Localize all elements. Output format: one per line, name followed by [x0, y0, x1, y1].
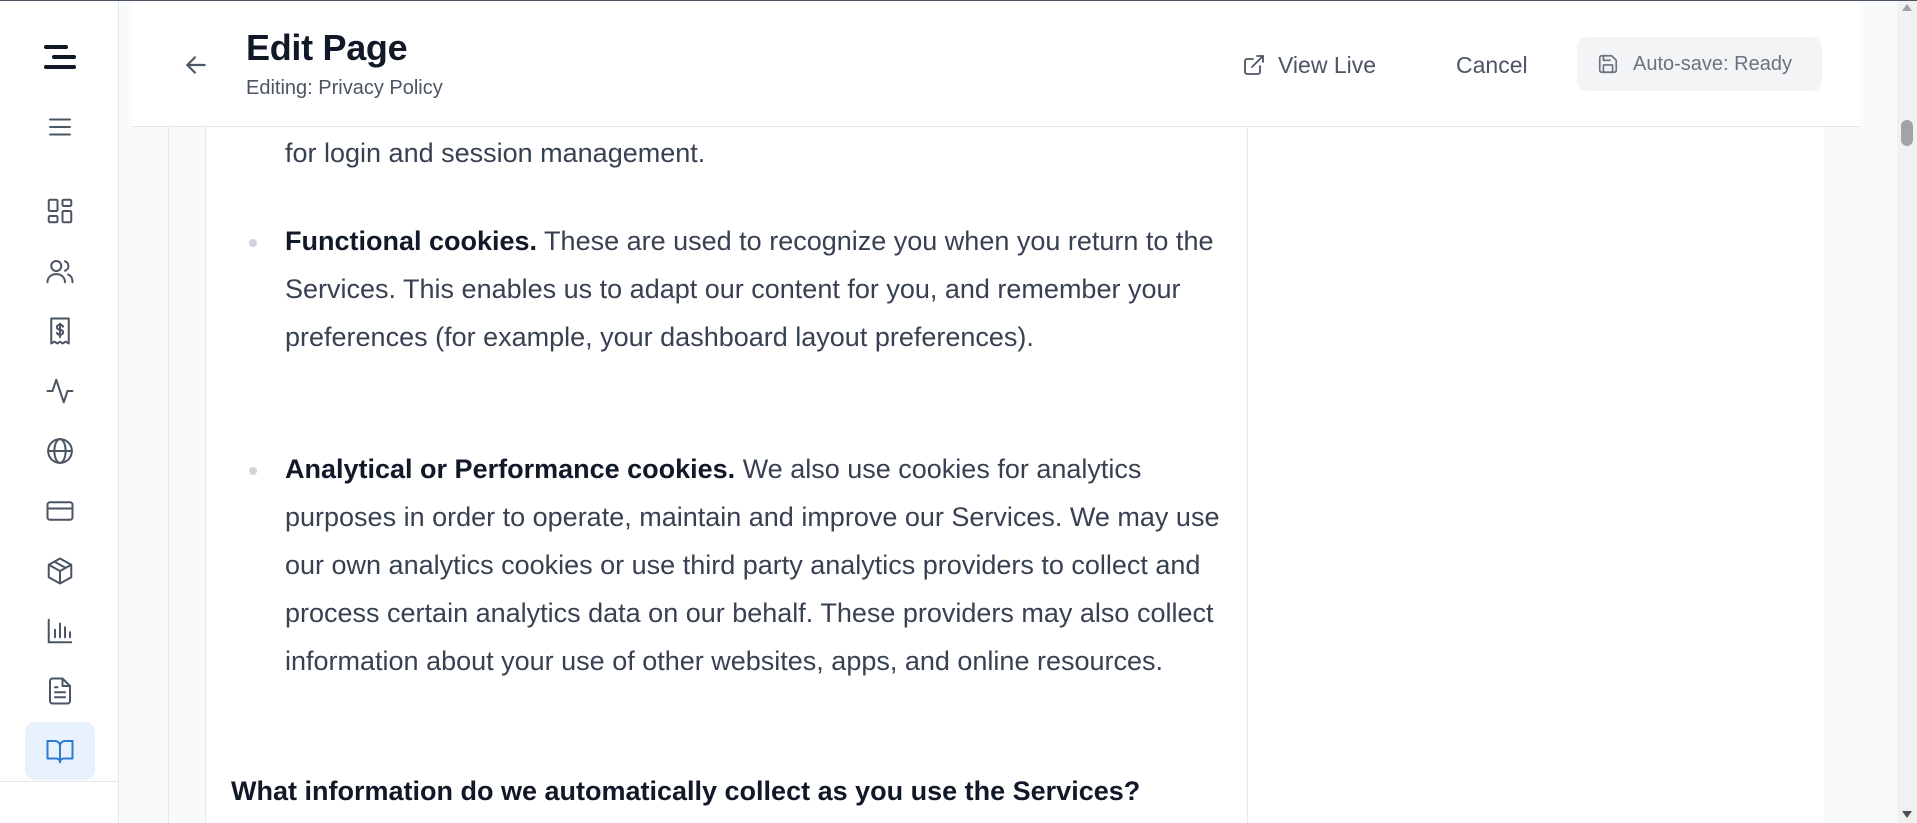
subtitle-prefix: Editing:: [246, 77, 319, 99]
page-subtitle: Editing: Privacy Policy: [246, 77, 443, 100]
sidebar-item-pages[interactable]: [25, 722, 95, 780]
rich-text-editor[interactable]: for login and session management. Functi…: [205, 127, 1248, 823]
list-item-text: We also use cookies for analytics purpos…: [285, 454, 1220, 676]
sidebar-item-analytics[interactable]: [25, 602, 95, 660]
view-live-label: View Live: [1278, 51, 1377, 78]
book-open-icon: [46, 740, 74, 764]
page-title: Edit Page: [246, 27, 408, 68]
credit-card-icon: [46, 501, 74, 521]
scrollbar-thumb[interactable]: [1901, 120, 1913, 146]
back-button[interactable]: [180, 49, 212, 81]
dashboard-grid-icon: [47, 198, 73, 224]
app-logo-icon[interactable]: [42, 43, 78, 71]
menu-icon: [49, 118, 71, 136]
sidebar-divider: [0, 781, 119, 782]
cancel-button[interactable]: Cancel: [1456, 45, 1528, 85]
subtitle-page-name: Privacy Policy: [318, 77, 443, 99]
users-icon: [46, 260, 74, 284]
sidebar-item-activity[interactable]: [25, 362, 95, 420]
sidebar-item-products[interactable]: [25, 542, 95, 600]
arrow-left-icon: [186, 56, 206, 74]
save-icon: [1598, 54, 1618, 74]
sidebar-item-domains[interactable]: [25, 422, 95, 480]
external-link-icon: [1244, 55, 1264, 75]
list-item: Analytical or Performance cookies. We al…: [249, 445, 1235, 685]
receipt-dollar-icon: [50, 317, 70, 345]
sidebar-item-documents[interactable]: [25, 662, 95, 720]
view-live-button[interactable]: View Live: [1242, 45, 1376, 85]
sidebar-item-payments[interactable]: [25, 482, 95, 540]
autosave-label: Auto-save: Ready: [1633, 52, 1792, 75]
paragraph-fragment: for login and session management.: [285, 138, 706, 168]
sidebar-item-dashboard[interactable]: [25, 182, 95, 240]
list-item: Functional cookies. These are used to re…: [249, 217, 1235, 361]
sidebar-item-menu[interactable]: [25, 98, 95, 156]
list-item-title: Analytical or Performance cookies.: [285, 454, 736, 484]
sidebar-item-billing[interactable]: [25, 302, 95, 360]
package-box-icon: [47, 557, 73, 585]
autosave-status: Auto-save: Ready: [1577, 37, 1822, 91]
sidebar: [0, 1, 119, 823]
bar-chart-icon: [47, 618, 73, 644]
scroll-up-arrow-icon[interactable]: [1902, 4, 1912, 11]
page-header: Edit Page Editing: Privacy Policy View L…: [132, 1, 1860, 127]
section-heading: What information do we automatically col…: [231, 776, 1141, 806]
globe-icon: [47, 438, 73, 464]
page-scrollbar[interactable]: [1897, 0, 1917, 823]
document-icon: [49, 677, 71, 705]
window-top-border: [0, 0, 1917, 1]
scroll-down-arrow-icon[interactable]: [1902, 811, 1912, 818]
list-item-title: Functional cookies.: [285, 226, 538, 256]
activity-pulse-icon: [46, 378, 74, 404]
sidebar-item-users[interactable]: [25, 242, 95, 300]
settings-panel: [1248, 127, 1824, 823]
